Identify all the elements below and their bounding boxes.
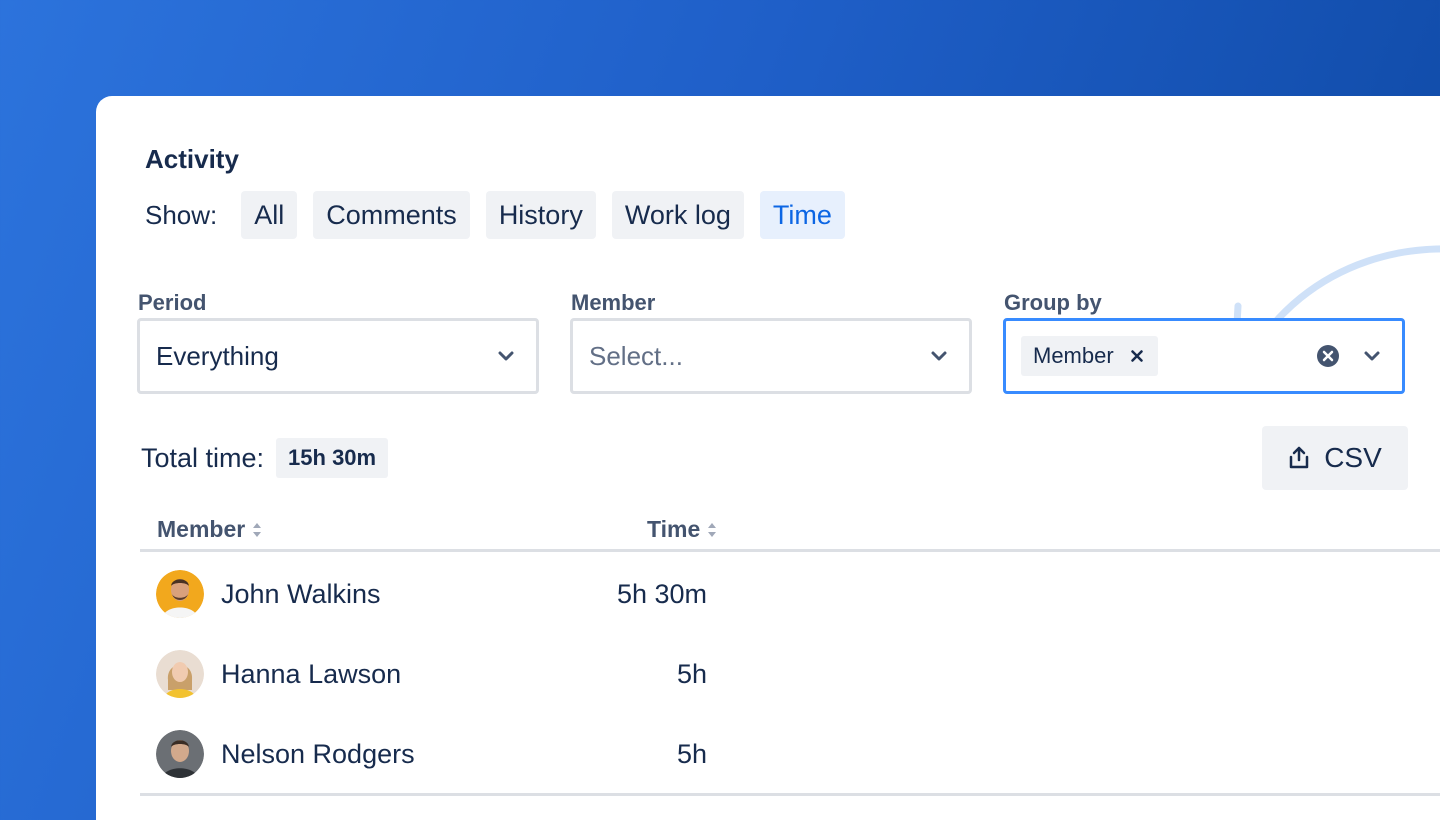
member-name: John Walkins bbox=[221, 579, 381, 609]
chevron-down-icon[interactable] bbox=[1358, 342, 1386, 370]
chevron-down-icon bbox=[492, 342, 520, 370]
member-name: Nelson Rodgers bbox=[221, 739, 415, 769]
tab-all[interactable]: All bbox=[241, 191, 298, 239]
total-time-label: Total time: bbox=[141, 442, 265, 473]
column-header-member[interactable]: Member bbox=[157, 516, 263, 543]
member-name: Hanna Lawson bbox=[221, 659, 402, 689]
total-time-badge: 15h 30m bbox=[276, 438, 389, 478]
group-by-select[interactable]: Member bbox=[1003, 318, 1405, 394]
member-time: 5h bbox=[676, 659, 707, 689]
member-time: 5h 30m bbox=[616, 579, 707, 609]
table-header-divider bbox=[140, 549, 1440, 552]
tab-work-log[interactable]: Work log bbox=[611, 191, 744, 239]
chevron-down-icon bbox=[925, 342, 953, 370]
member-placeholder: Select... bbox=[589, 340, 683, 371]
show-label: Show: bbox=[145, 199, 218, 230]
sort-icon bbox=[253, 522, 262, 537]
group-by-tag: Member bbox=[1021, 336, 1158, 376]
avatar bbox=[156, 570, 204, 618]
table-row[interactable]: Hanna Lawson 5h bbox=[156, 650, 716, 698]
avatar bbox=[156, 730, 204, 778]
activity-panel: Activity Show: All Comments History Work… bbox=[96, 96, 1440, 820]
group-by-label: Group by bbox=[1004, 290, 1102, 315]
table-row[interactable]: Nelson Rodgers 5h bbox=[156, 730, 716, 778]
member-time: 5h bbox=[676, 739, 707, 769]
member-select[interactable]: Select... bbox=[570, 318, 972, 394]
upload-icon bbox=[1289, 446, 1309, 469]
column-header-time-label: Time bbox=[647, 516, 701, 542]
activity-title: Activity bbox=[145, 144, 239, 174]
avatar bbox=[156, 650, 204, 698]
tab-comments[interactable]: Comments bbox=[313, 191, 470, 239]
period-value: Everything bbox=[156, 340, 279, 371]
table-row[interactable]: John Walkins 5h 30m bbox=[156, 570, 716, 618]
period-label: Period bbox=[138, 290, 207, 315]
csv-label: CSV bbox=[1324, 442, 1382, 473]
sort-icon bbox=[708, 522, 717, 537]
column-header-time[interactable]: Time bbox=[647, 516, 718, 543]
tab-time[interactable]: Time bbox=[759, 191, 845, 239]
clear-circle-icon[interactable] bbox=[1314, 342, 1342, 370]
tab-history[interactable]: History bbox=[485, 191, 596, 239]
total-time: Total time: 15h 30m bbox=[141, 438, 389, 478]
period-select[interactable]: Everything bbox=[137, 318, 539, 394]
member-label: Member bbox=[571, 290, 656, 315]
group-by-tag-label: Member bbox=[1033, 343, 1114, 368]
activity-filter-tabs: Show: All Comments History Work log Time bbox=[145, 191, 861, 239]
table-footer-divider bbox=[140, 793, 1440, 796]
close-icon[interactable] bbox=[1128, 347, 1146, 365]
column-header-member-label: Member bbox=[157, 516, 246, 542]
export-csv-button[interactable]: CSV bbox=[1262, 426, 1408, 490]
